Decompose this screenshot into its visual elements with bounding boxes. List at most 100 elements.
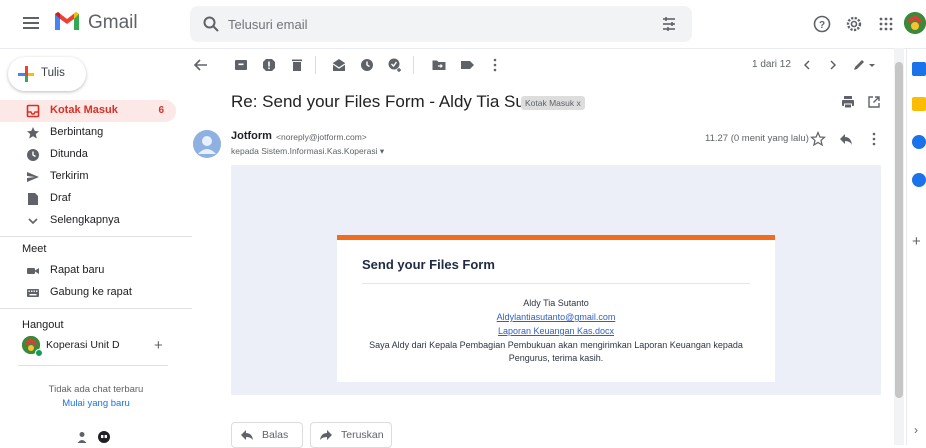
sidebar-item-label: Ditunda bbox=[50, 148, 88, 160]
print-icon[interactable] bbox=[840, 94, 856, 110]
meet-item-label: Rapat baru bbox=[50, 264, 105, 276]
sidebar-item-label: Draf bbox=[50, 192, 71, 204]
recipient-details-toggle[interactable]: kepada Sistem.Informasi.Kas.Koperasi ▾ bbox=[231, 146, 384, 157]
add-task-icon[interactable] bbox=[387, 57, 403, 73]
person-icon[interactable] bbox=[75, 430, 89, 444]
apps-grid-icon[interactable] bbox=[876, 14, 896, 34]
meet-item-label: Gabung ke rapat bbox=[50, 286, 132, 298]
back-arrow-icon[interactable] bbox=[193, 57, 209, 73]
email-body: Send your Files Form Aldy Tia Sutanto Al… bbox=[231, 165, 881, 395]
inbox-label-chip[interactable]: Kotak Masuk x bbox=[521, 96, 585, 110]
input-tools-pen-icon[interactable] bbox=[851, 57, 877, 73]
sidebar-item-label: Terkirim bbox=[50, 170, 89, 182]
contacts-icon[interactable] bbox=[912, 173, 926, 187]
search-icon[interactable] bbox=[202, 15, 220, 33]
toolbar-divider bbox=[315, 56, 316, 74]
reply-label: Balas bbox=[262, 429, 289, 441]
meet-section-title: Meet bbox=[22, 243, 47, 255]
settings-gear-icon[interactable] bbox=[844, 14, 864, 34]
more-options-vertical-icon[interactable] bbox=[487, 57, 503, 73]
hangout-user-item[interactable]: Koperasi Unit D + bbox=[18, 336, 178, 357]
account-avatar[interactable] bbox=[904, 12, 926, 34]
meet-new-meeting[interactable]: Rapat baru bbox=[0, 260, 178, 282]
toolbar-divider bbox=[413, 56, 414, 74]
sidebar-item-label: Kotak Masuk bbox=[50, 104, 118, 116]
add-hangout-plus-icon[interactable]: + bbox=[154, 337, 163, 354]
email-timestamp: 11.27 (0 menit yang lalu) bbox=[705, 133, 809, 144]
keep-icon[interactable] bbox=[912, 97, 926, 111]
start-new-chat-link[interactable]: Mulai yang baru bbox=[0, 398, 192, 409]
meet-join-meeting[interactable]: Gabung ke rapat bbox=[0, 282, 178, 304]
delete-trash-icon[interactable] bbox=[289, 57, 305, 73]
sidebar-item-drafts[interactable]: Draf bbox=[0, 188, 178, 210]
search-options-icon[interactable] bbox=[660, 15, 678, 33]
hangouts-quote-icon[interactable] bbox=[97, 430, 111, 444]
submitter-name: Aldy Tia Sutanto bbox=[523, 298, 589, 308]
add-addon-plus-icon[interactable]: + bbox=[912, 233, 921, 250]
form-submission-card: Send your Files Form Aldy Tia Sutanto Al… bbox=[337, 235, 775, 382]
label-tag-icon[interactable] bbox=[459, 57, 475, 73]
report-spam-icon[interactable] bbox=[261, 57, 277, 73]
sidebar-item-sent[interactable]: Terkirim bbox=[0, 166, 178, 188]
message-line-1: Saya Aldy dari Kepala Pembagian Pembukua… bbox=[369, 340, 743, 350]
sidebar-item-more[interactable]: Selengkapnya bbox=[0, 210, 178, 232]
email-subject: Re: Send your Files Form - Aldy Tia Suta… bbox=[231, 92, 563, 111]
compose-label: Tulis bbox=[41, 67, 65, 79]
clock-icon bbox=[26, 148, 40, 162]
form-divider bbox=[362, 283, 750, 284]
compose-button[interactable]: Tulis bbox=[8, 57, 86, 91]
snooze-clock-icon[interactable] bbox=[359, 57, 375, 73]
forward-icon bbox=[319, 429, 333, 441]
search-bar[interactable] bbox=[190, 6, 692, 42]
forward-label: Teruskan bbox=[341, 429, 384, 441]
chevron-down-icon bbox=[26, 214, 40, 228]
mark-unread-icon[interactable] bbox=[331, 57, 347, 73]
pagination-count: 1 dari 12 bbox=[752, 59, 791, 70]
tasks-icon[interactable] bbox=[912, 135, 926, 149]
submitter-email-link[interactable]: Aldylantiasutanto@gmail.com bbox=[497, 312, 616, 322]
attachment-row: Laporan Keuangan Kas.docx bbox=[337, 326, 775, 336]
sidebar-item-label: Berbintang bbox=[50, 126, 104, 138]
help-icon[interactable]: ? bbox=[812, 14, 832, 34]
sidebar-item-inbox[interactable]: Kotak Masuk 6 bbox=[0, 100, 176, 122]
reply-button[interactable]: Balas bbox=[231, 422, 303, 448]
previous-chevron-icon[interactable] bbox=[799, 57, 815, 73]
draft-icon bbox=[26, 192, 40, 206]
main-menu-icon[interactable] bbox=[22, 14, 40, 32]
sidebar-divider bbox=[0, 308, 192, 309]
gmail-logo-icon[interactable] bbox=[54, 11, 80, 31]
star-icon bbox=[26, 126, 40, 140]
compose-plus-icon bbox=[17, 65, 35, 83]
unread-count-badge: 6 bbox=[158, 105, 164, 116]
scrollbar-thumb[interactable] bbox=[895, 62, 903, 398]
sidebar-divider bbox=[0, 236, 192, 237]
expand-side-panel-chevron-icon[interactable]: › bbox=[914, 423, 918, 437]
online-status-dot bbox=[35, 349, 43, 357]
sender-name: Jotform bbox=[231, 130, 272, 142]
search-input[interactable] bbox=[228, 14, 628, 34]
reply-arrow-icon[interactable] bbox=[838, 131, 854, 147]
video-icon bbox=[26, 264, 40, 278]
hangout-user-name: Koperasi Unit D bbox=[46, 339, 120, 351]
message-more-options-icon[interactable] bbox=[866, 131, 882, 147]
archive-icon[interactable] bbox=[233, 57, 249, 73]
svg-text:?: ? bbox=[819, 20, 825, 31]
star-toggle-icon[interactable] bbox=[810, 131, 826, 147]
side-panel-divider bbox=[906, 48, 907, 445]
sender-email: <noreply@jotform.com> bbox=[276, 132, 367, 142]
forward-button[interactable]: Teruskan bbox=[310, 422, 392, 448]
reply-icon bbox=[240, 429, 254, 441]
attachment-file-link[interactable]: Laporan Keuangan Kas.docx bbox=[498, 326, 614, 336]
calendar-icon[interactable] bbox=[912, 62, 926, 76]
sender-avatar[interactable] bbox=[193, 130, 221, 158]
move-to-folder-icon[interactable] bbox=[431, 57, 447, 73]
keyboard-icon bbox=[26, 286, 40, 300]
inbox-icon bbox=[26, 104, 40, 118]
next-chevron-icon[interactable] bbox=[825, 57, 841, 73]
sidebar-item-starred[interactable]: Berbintang bbox=[0, 122, 178, 144]
open-in-new-window-icon[interactable] bbox=[866, 94, 882, 110]
sidebar-item-snoozed[interactable]: Ditunda bbox=[0, 144, 178, 166]
form-title: Send your Files Form bbox=[362, 257, 495, 272]
send-icon bbox=[26, 170, 40, 184]
app-name[interactable]: Gmail bbox=[88, 12, 138, 34]
